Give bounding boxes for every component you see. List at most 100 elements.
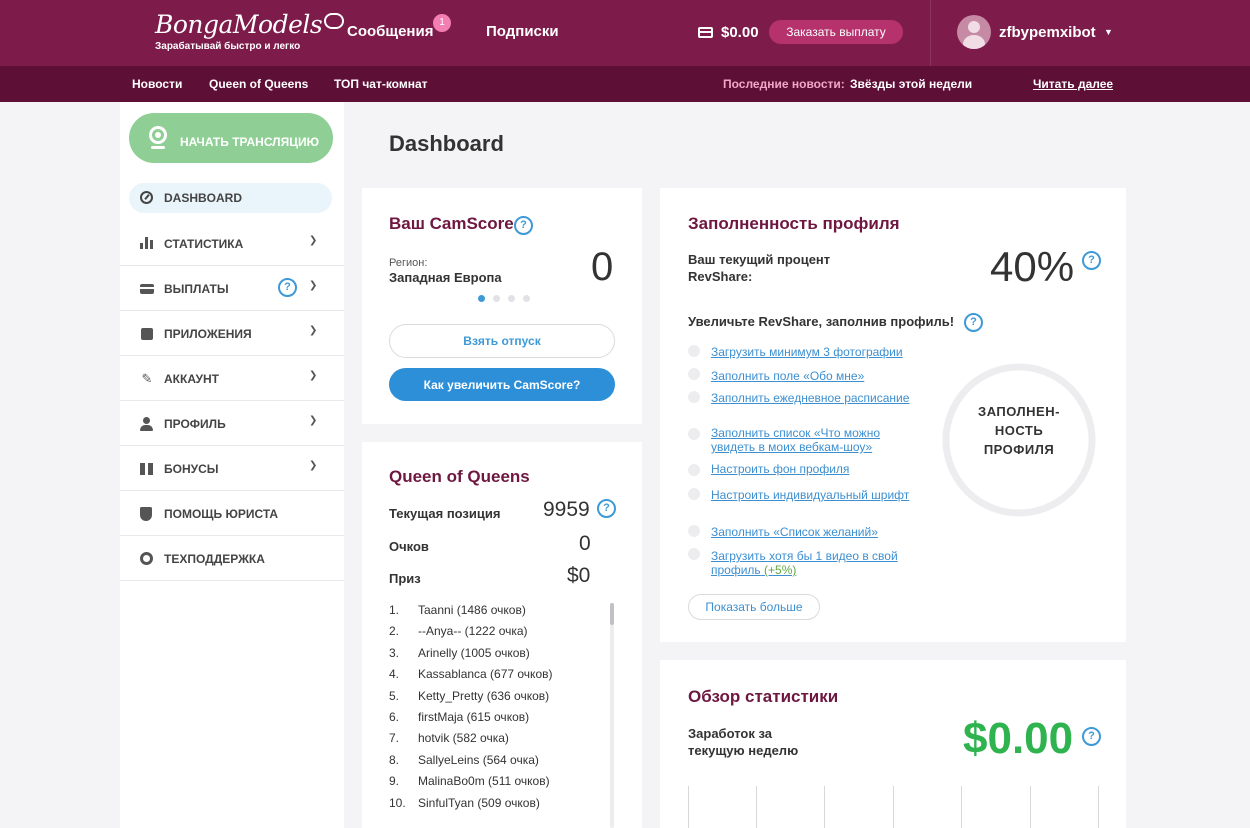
messages-badge: 1: [433, 14, 451, 32]
latest-news-label: Последние новости:: [723, 77, 845, 91]
task-about-me[interactable]: Заполнить поле «Обо мне»: [688, 366, 918, 389]
credit-card-icon: [140, 282, 154, 296]
task-show-list[interactable]: Заполнить список «Что можно увидеть в мо…: [688, 426, 918, 462]
take-vacation-button[interactable]: Взять отпуск: [389, 324, 615, 358]
show-more-button[interactable]: Показать больше: [688, 594, 820, 620]
prize-label: Приз: [389, 571, 421, 586]
sidebar-item-bonuses[interactable]: БОНУСЫ ❯: [120, 446, 344, 491]
carousel-dot[interactable]: [478, 295, 485, 302]
scrollbar-thumb[interactable]: [610, 603, 614, 625]
chevron-down-icon: ❯: [309, 460, 318, 471]
sidebar-item-label: ВЫПЛАТЫ: [164, 282, 229, 296]
sidebar-item-label: АККАУНТ: [164, 372, 219, 386]
chevron-down-icon: ❯: [309, 280, 318, 291]
help-icon[interactable]: ?: [1082, 727, 1101, 746]
list-item[interactable]: 7. hotvik (582 очка): [389, 731, 553, 752]
sidebar-item-account[interactable]: ✎ АККАУНТ ❯: [120, 356, 344, 401]
sidebar-item-profile[interactable]: ПРОФИЛЬ ❯: [120, 401, 344, 446]
user-icon: [140, 417, 154, 431]
prize-value: $0: [567, 564, 591, 587]
sidebar-item-label: ПРОФИЛЬ: [164, 417, 226, 431]
position-value: 9959: [543, 498, 590, 521]
task-custom-font[interactable]: Настроить индивидуальный шрифт: [688, 486, 918, 523]
points-label: Очков: [389, 539, 429, 554]
list-item[interactable]: 1. Taanni (1486 очков): [389, 603, 553, 624]
request-payout-button[interactable]: Заказать выплату: [769, 20, 903, 44]
earnings-chart: [688, 786, 1100, 828]
carousel-dots[interactable]: [478, 295, 530, 302]
wallet-balance: $0.00: [698, 24, 759, 41]
camscore-title: Ваш CamScore: [389, 214, 514, 233]
subnav-top-chatrooms[interactable]: ТОП чат-комнат: [334, 77, 428, 91]
sidebar-item-dashboard[interactable]: DASHBOARD: [129, 183, 332, 213]
username[interactable]: zfbypemxibot: [999, 24, 1096, 41]
nav-messages[interactable]: Сообщения: [347, 23, 433, 40]
task-wishlist[interactable]: Заполнить «Список желаний»: [688, 523, 918, 546]
help-icon[interactable]: ?: [597, 499, 616, 518]
task-schedule[interactable]: Заполнить ежедневное расписание: [688, 389, 918, 426]
list-item[interactable]: 3. Arinelly (1005 очков): [389, 646, 553, 667]
webcam-icon: [148, 126, 168, 150]
points-value: 0: [579, 532, 591, 555]
list-item[interactable]: 4. Kassablanca (677 очков): [389, 667, 553, 688]
leaderboard-list: 1. Taanni (1486 очков) 2. --Anya-- (1222 о…: [389, 603, 553, 817]
list-item[interactable]: 5. Ketty_Pretty (636 очков): [389, 689, 553, 710]
chevron-down-icon: ❯: [309, 325, 318, 336]
chart-gridline: [1030, 786, 1031, 828]
leaderboard-scrollbar[interactable]: [610, 603, 614, 828]
avatar[interactable]: [957, 15, 991, 49]
sidebar-item-legal-help[interactable]: ПОМОЩЬ ЮРИСТА: [120, 491, 344, 536]
gauge-icon: [140, 191, 154, 205]
nav-subscriptions[interactable]: Подписки: [486, 23, 559, 40]
list-item[interactable]: 6. firstMaja (615 очков): [389, 710, 553, 731]
list-item[interactable]: 10. SinfulTyan (509 очков): [389, 796, 553, 817]
list-item[interactable]: 9. MalinaBo0m (511 очков): [389, 774, 553, 795]
list-item[interactable]: 2. --Anya-- (1222 очка): [389, 624, 553, 645]
task-upload-photos[interactable]: Загрузить минимум 3 фотографии: [688, 343, 918, 366]
chevron-down-icon: ❯: [309, 370, 318, 381]
region-label: Регион:: [389, 257, 428, 269]
shield-icon: [140, 507, 154, 521]
chart-gridline: [756, 786, 757, 828]
sidebar-item-support[interactable]: ТЕХПОДДЕРЖКА: [120, 536, 344, 581]
list-item[interactable]: 8. SallyeLeins (564 очка): [389, 753, 553, 774]
chart-gridline: [824, 786, 825, 828]
bonus-percent: (+5%): [764, 563, 797, 577]
revshare-label: Ваш текущий процент RevShare:: [688, 252, 831, 284]
earnings-value: $0.00: [963, 714, 1074, 763]
increase-revshare-label: Увеличьте RevShare, заполнив профиль!: [688, 314, 955, 329]
secondary-nav: Новости Queen of Queens ТОП чат-комнат П…: [0, 66, 1250, 102]
subnav-queen-of-queens[interactable]: Queen of Queens: [209, 77, 308, 91]
top-header: BongaModels Зарабатывай быстро и легко С…: [0, 0, 1250, 66]
carousel-dot[interactable]: [523, 295, 530, 302]
latest-news-value[interactable]: Звёзды этой недели: [850, 77, 972, 91]
profile-title: Заполненность профиля: [688, 214, 900, 233]
sidebar-item-payouts[interactable]: ВЫПЛАТЫ ? ❯: [120, 266, 344, 311]
carousel-dot[interactable]: [508, 295, 515, 302]
task-upload-video[interactable]: Загрузить хотя бы 1 видео в свой профиль…: [688, 546, 918, 582]
help-icon[interactable]: ?: [1082, 251, 1101, 270]
sidebar-item-apps[interactable]: ПРИЛОЖЕНИЯ ❯: [120, 311, 344, 356]
chart-gridline: [893, 786, 894, 828]
subnav-news[interactable]: Новости: [132, 77, 182, 91]
logo[interactable]: BongaModels Зарабатывай быстро и легко: [155, 12, 345, 52]
gift-icon: [140, 462, 154, 476]
carousel-dot[interactable]: [493, 295, 500, 302]
profile-completion-label: ЗАПОЛНЕН-НОСТЬ ПРОФИЛЯ: [978, 404, 1060, 457]
help-icon[interactable]: ?: [514, 216, 533, 235]
speech-bubble-icon: [324, 13, 345, 29]
puzzle-icon: [140, 327, 154, 341]
sidebar-item-label: БОНУСЫ: [164, 462, 219, 476]
chevron-down-icon[interactable]: ▼: [1104, 27, 1113, 37]
revshare-value: 40%: [990, 243, 1075, 290]
help-icon[interactable]: ?: [964, 313, 983, 332]
sidebar-item-statistics[interactable]: СТАТИСТИКА ❯: [120, 221, 344, 266]
logo-tagline: Зарабатывай быстро и легко: [155, 41, 301, 52]
improve-camscore-button[interactable]: Как увеличить CamScore?: [389, 368, 615, 401]
sidebar-item-label: DASHBOARD: [164, 191, 242, 205]
read-more-link[interactable]: Читать далее: [1033, 77, 1113, 91]
chart-gridline: [1098, 786, 1099, 828]
help-icon[interactable]: ?: [278, 278, 297, 297]
page-title: Dashboard: [389, 131, 504, 156]
task-profile-background[interactable]: Настроить фон профиля: [688, 462, 918, 486]
